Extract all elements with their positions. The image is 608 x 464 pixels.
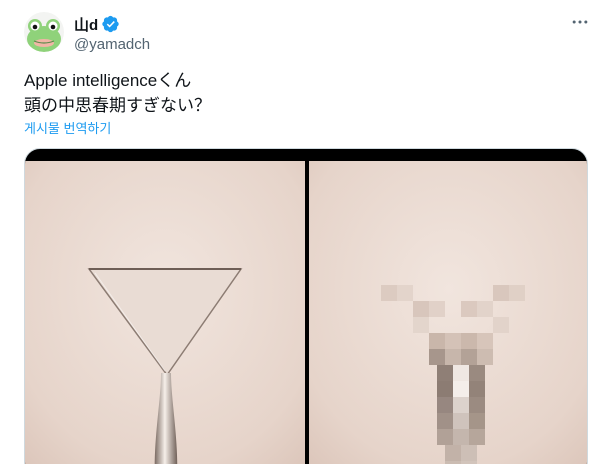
media-image-right[interactable] — [309, 161, 587, 464]
more-options-button[interactable] — [566, 12, 594, 32]
pixelated-image — [309, 161, 587, 464]
more-dots-icon — [572, 20, 588, 24]
tweet-text-line-1: Apple intelligenceくん — [24, 71, 192, 90]
translate-post-link[interactable]: 게시물 번역하기 — [24, 118, 111, 137]
martini-glass-image — [25, 161, 305, 464]
author-display-name[interactable]: 山d — [74, 14, 98, 35]
media-container — [24, 148, 588, 464]
frog-avatar-icon — [24, 12, 64, 52]
media-image-left[interactable] — [25, 161, 305, 464]
tweet-text-line-2: 頭の中思春期すぎない？ — [24, 96, 211, 115]
tweet-text: Apple intelligenceくん 頭の中思春期すぎない？ — [24, 68, 211, 118]
author-avatar[interactable] — [24, 12, 64, 52]
verified-badge-icon — [102, 15, 120, 33]
author-handle[interactable]: @yamadch — [74, 36, 150, 53]
